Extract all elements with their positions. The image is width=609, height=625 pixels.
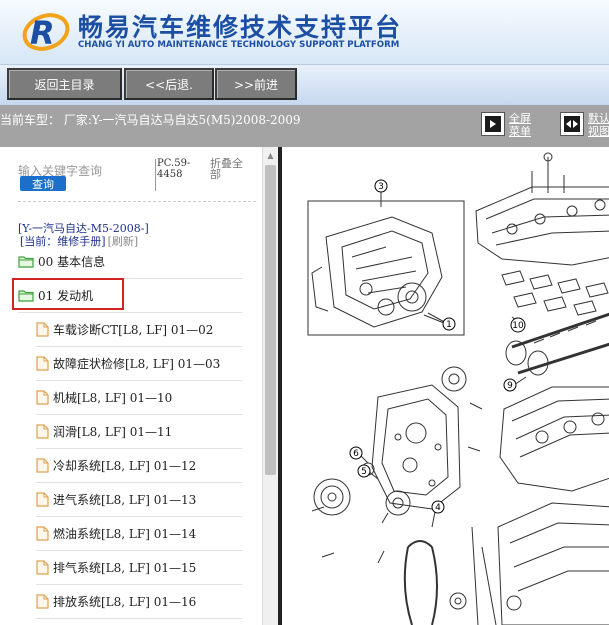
- callout-10: 10: [512, 321, 524, 331]
- tree-doc-item[interactable]: 故障症状检修[L8, LF] 01—03: [36, 347, 242, 381]
- tree-scrollbar[interactable]: ▲: [262, 147, 278, 625]
- tree-doc-item[interactable]: 车载诊断CT[L8, LF] 01—02: [36, 313, 242, 347]
- tree-doc-item[interactable]: 进气系统[L8, LF] 01—13: [36, 483, 242, 517]
- diagram-panel: 3 1 10 9 6 5 4: [278, 147, 609, 625]
- scroll-thumb[interactable]: [265, 165, 276, 475]
- tree-folder-item[interactable]: 00 基本信息: [18, 245, 242, 279]
- document-icon: [36, 322, 49, 337]
- callout-3: 3: [378, 182, 384, 192]
- document-icon: [36, 390, 49, 405]
- engine-exploded-diagram: 3 1 10 9 6 5 4: [307, 152, 609, 625]
- tree-doc-item[interactable]: 排放系统[L8, LF] 01—16: [36, 585, 242, 619]
- document-icon: [36, 458, 49, 473]
- document-icon: [36, 356, 49, 371]
- pc-info: PC.59-4458: [157, 158, 191, 180]
- app-subtitle: CHANG YI AUTO MAINTENANCE TECHNOLOGY SUP…: [78, 40, 400, 50]
- highlight-box: [12, 278, 124, 310]
- current-vehicle: 当前车型： 厂家:Y-一汽马自达马自达5(M5)2008-2009: [0, 113, 301, 127]
- divider: [155, 159, 156, 191]
- tree-item-label: 进气系统[L8, LF] 01—13: [53, 493, 197, 507]
- callout-1: 1: [446, 320, 452, 330]
- document-icon: [36, 594, 49, 609]
- tree-doc-item[interactable]: 排气系统[L8, LF] 01—15: [36, 551, 242, 585]
- tree-item-label: 机械[L8, LF] 01—10: [53, 391, 173, 405]
- default-view-button[interactable]: 默认 视图: [560, 112, 609, 138]
- svg-text:R: R: [30, 14, 55, 52]
- callout-9: 9: [507, 381, 513, 391]
- home-button[interactable]: 返回主目录: [7, 68, 122, 100]
- app-header: R 畅易汽车维修技术支持平台 CHANG YI AUTO MAINTENANCE…: [0, 0, 609, 65]
- collapse-all-link[interactable]: 折叠全部: [210, 158, 250, 180]
- document-icon: [36, 526, 49, 541]
- tree-item-label: 排放系统[L8, LF] 01—16: [53, 595, 197, 609]
- nav-bar: 返回主目录 <<后退. >>前进: [0, 65, 609, 105]
- app-title: 畅易汽车维修技术支持平台: [78, 13, 403, 42]
- tree-item-label: 燃油系统[L8, LF] 01—14: [53, 527, 197, 541]
- document-icon: [36, 424, 49, 439]
- tree-doc-item[interactable]: 机械[L8, LF] 01—10: [36, 381, 242, 415]
- scroll-up-icon[interactable]: ▲: [263, 149, 278, 161]
- document-icon: [36, 560, 49, 575]
- callout-4: 4: [435, 503, 441, 513]
- fullscreen-menu-label: 全屏 菜单: [509, 112, 531, 138]
- tree-item-label: 故障症状检修[L8, LF] 01—03: [53, 357, 221, 371]
- default-view-icon: [560, 112, 584, 136]
- folder-icon: [18, 255, 34, 268]
- callout-5: 5: [361, 467, 367, 477]
- forward-button[interactable]: >>前进: [215, 68, 297, 100]
- query-button[interactable]: 查询: [20, 176, 66, 191]
- tree-item-label: 00 基本信息: [38, 255, 106, 269]
- tree-item-label: 润滑[L8, LF] 01—11: [53, 425, 173, 439]
- tree-item-label: 车载诊断CT[L8, LF] 01—02: [53, 323, 214, 337]
- logo-icon: R: [22, 13, 70, 52]
- tree-doc-item[interactable]: 润滑[L8, LF] 01—11: [36, 415, 242, 449]
- callout-6: 6: [353, 449, 359, 459]
- vehicle-bar: 当前车型： 厂家:Y-一汽马自达马自达5(M5)2008-2009 全屏 菜单 …: [0, 105, 609, 147]
- separator: [18, 201, 256, 202]
- navigation-tree-panel: 输入关键字查询 查询 PC.59-4458 折叠全部 [Y-一汽马自达-M5-2…: [0, 147, 278, 625]
- default-view-label: 默认 视图: [588, 112, 609, 138]
- fullscreen-menu-button[interactable]: 全屏 菜单: [481, 112, 531, 138]
- back-button[interactable]: <<后退.: [124, 68, 214, 100]
- document-icon: [36, 492, 49, 507]
- tree-item-label: 冷却系统[L8, LF] 01—12: [53, 459, 197, 473]
- tree-doc-item[interactable]: 燃油系统[L8, LF] 01—14: [36, 517, 242, 551]
- tree-doc-item[interactable]: 冷却系统[L8, LF] 01—12: [36, 449, 242, 483]
- tree-item-label: 排气系统[L8, LF] 01—15: [53, 561, 197, 575]
- fullscreen-icon: [481, 112, 505, 136]
